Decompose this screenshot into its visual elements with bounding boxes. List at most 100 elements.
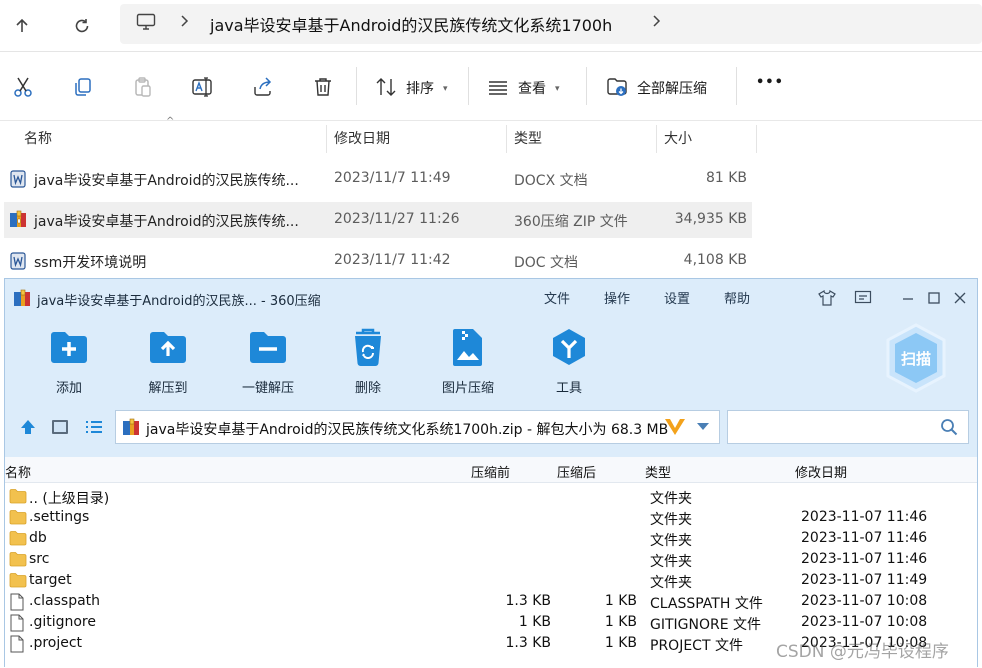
- chevron-right-icon: [180, 14, 190, 28]
- menu-file[interactable]: 文件: [544, 288, 570, 307]
- item-type: CLASSPATH 文件: [650, 596, 763, 612]
- one-click-extract-label: 一键解压: [241, 381, 294, 396]
- address-bar: java毕设安卓基于Android的汉民族传统文化系统1700h: [0, 0, 982, 52]
- search-icon[interactable]: [940, 418, 958, 436]
- refresh-icon[interactable]: [66, 10, 98, 42]
- extract-to-button[interactable]: 解压到: [118, 323, 218, 399]
- maximize-icon[interactable]: [921, 285, 947, 311]
- list-item[interactable]: .settings 文件夹 2023-11-07 11:46: [5, 507, 977, 528]
- share-icon[interactable]: [251, 75, 275, 99]
- item-type: 文件夹: [650, 554, 692, 570]
- extract-to-label: 解压到: [148, 381, 188, 396]
- sort-icon[interactable]: [374, 75, 398, 99]
- item-date: 2023-11-07 10:08: [801, 593, 928, 609]
- thumbnail-view-icon[interactable]: [51, 419, 69, 435]
- folder-icon: [9, 530, 27, 547]
- list-item[interactable]: target 文件夹 2023-11-07 11:49: [5, 570, 977, 591]
- close-icon[interactable]: [947, 285, 973, 311]
- scan-label: 扫描: [900, 350, 931, 368]
- recycle-bin-icon: [348, 327, 388, 367]
- sort-button[interactable]: 排序: [406, 78, 434, 98]
- item-name: .classpath: [29, 593, 101, 609]
- list-item[interactable]: db 文件夹 2023-11-07 11:46: [5, 528, 977, 549]
- skin-icon[interactable]: [814, 285, 840, 311]
- column-header-size-after[interactable]: 压缩后: [557, 462, 596, 481]
- file-size: 34,935 KB: [674, 211, 747, 227]
- copy-icon[interactable]: [71, 75, 95, 99]
- item-date: 2023-11-07 10:08: [801, 614, 928, 630]
- message-icon[interactable]: [850, 285, 876, 311]
- file-date: 2023/11/7 11:42: [334, 252, 451, 268]
- minimize-icon[interactable]: [895, 285, 921, 311]
- item-size-before: 1.3 KB: [505, 593, 552, 609]
- chevron-right-icon[interactable]: [652, 14, 662, 28]
- add-button[interactable]: 添加: [19, 323, 119, 399]
- search-input[interactable]: [727, 410, 969, 444]
- zip-archive-window: java毕设安卓基于Android的汉民族... - 360压缩 文件 操作 设…: [4, 278, 978, 668]
- column-divider[interactable]: [656, 125, 657, 153]
- column-divider[interactable]: [326, 125, 327, 153]
- column-header-name[interactable]: 名称: [5, 462, 31, 481]
- list-item[interactable]: .classpath 1.3 KB 1 KB CLASSPATH 文件 2023-11-…: [5, 591, 977, 612]
- delete-icon[interactable]: [311, 75, 335, 99]
- item-name: .gitignore: [29, 614, 96, 630]
- item-type: 文件夹: [650, 512, 692, 528]
- up-level-icon[interactable]: [19, 418, 37, 436]
- delete-button[interactable]: 删除: [318, 323, 418, 399]
- menu-help[interactable]: 帮助: [724, 288, 750, 307]
- menu-settings[interactable]: 设置: [664, 288, 690, 307]
- image-compress-button[interactable]: 图片压缩: [418, 323, 518, 399]
- add-label: 添加: [55, 381, 82, 396]
- rename-icon[interactable]: [191, 75, 215, 99]
- extract-all-icon[interactable]: [605, 75, 629, 99]
- file-date: 2023/11/27 11:26: [334, 211, 460, 227]
- one-click-extract-button[interactable]: 一键解压: [218, 323, 318, 399]
- title-bar[interactable]: java毕设安卓基于Android的汉民族... - 360压缩 文件 操作 设…: [5, 279, 977, 317]
- folder-icon: [9, 572, 27, 589]
- extract-all-button[interactable]: 全部解压缩: [637, 78, 707, 98]
- up-arrow-icon[interactable]: [6, 10, 38, 42]
- dropdown-arrow-icon[interactable]: [696, 422, 710, 432]
- item-type: 文件夹: [650, 575, 692, 591]
- breadcrumb-folder[interactable]: java毕设安卓基于Android的汉民族传统文化系统1700h: [210, 12, 612, 36]
- view-icon[interactable]: [486, 75, 510, 99]
- column-header-date[interactable]: 修改日期: [334, 128, 390, 162]
- cut-icon[interactable]: [11, 75, 35, 99]
- column-header-type[interactable]: 类型: [514, 128, 542, 162]
- archive-path-text: java毕设安卓基于Android的汉民族传统文化系统1700h.zip - 解…: [146, 422, 669, 438]
- item-date: 2023-11-07 11:46: [801, 509, 928, 525]
- list-view-icon[interactable]: [85, 419, 103, 435]
- vip-v-icon[interactable]: [664, 417, 686, 437]
- item-name: .settings: [29, 509, 90, 525]
- list-header: 名称 压缩前 压缩后 类型 修改日期: [5, 457, 977, 483]
- column-divider[interactable]: [756, 125, 757, 153]
- computer-icon[interactable]: [136, 13, 156, 31]
- tools-button[interactable]: 工具: [519, 323, 619, 399]
- file-explorer-window: java毕设安卓基于Android的汉民族传统文化系统1700h 排序 ▾ 查看…: [0, 0, 982, 280]
- column-header-date[interactable]: 修改日期: [795, 462, 847, 481]
- scan-button[interactable]: 扫描: [885, 323, 947, 393]
- menu-operation[interactable]: 操作: [604, 288, 630, 307]
- delete-label: 删除: [354, 381, 381, 396]
- more-options-button[interactable]: •••: [756, 75, 784, 90]
- item-name: src: [29, 551, 50, 567]
- list-item[interactable]: .gitignore 1 KB 1 KB GITIGNORE 文件 2023-11-07…: [5, 612, 977, 633]
- column-divider[interactable]: [506, 125, 507, 153]
- folder-icon: [9, 509, 27, 526]
- paste-icon[interactable]: [131, 75, 155, 99]
- column-header-size[interactable]: 大小: [664, 128, 692, 162]
- list-item[interactable]: src 文件夹 2023-11-07 11:46: [5, 549, 977, 570]
- column-header-name[interactable]: 名称: [24, 128, 52, 162]
- file-row-selected[interactable]: java毕设安卓基于Android的汉民族传统... 2023/11/27 11…: [4, 202, 752, 238]
- chevron-down-icon: ▾: [443, 84, 448, 94]
- item-type: 文件夹: [650, 491, 692, 507]
- zip-archive-icon: [13, 289, 31, 307]
- column-header-type[interactable]: 类型: [645, 462, 671, 481]
- file-row[interactable]: ssm开发环境说明 2023/11/7 11:42 DOC 文档 4,108 K…: [4, 243, 752, 279]
- file-row[interactable]: java毕设安卓基于Android的汉民族传统... 2023/11/7 11:…: [4, 161, 752, 197]
- archive-path-field[interactable]: java毕设安卓基于Android的汉民族传统文化系统1700h.zip - 解…: [115, 410, 720, 444]
- list-item[interactable]: .. (上级目录) 文件夹: [5, 486, 977, 507]
- column-header-size-before[interactable]: 压缩前: [471, 462, 510, 481]
- path-bar: java毕设安卓基于Android的汉民族传统文化系统1700h.zip - 解…: [5, 407, 977, 449]
- view-button[interactable]: 查看: [518, 78, 546, 98]
